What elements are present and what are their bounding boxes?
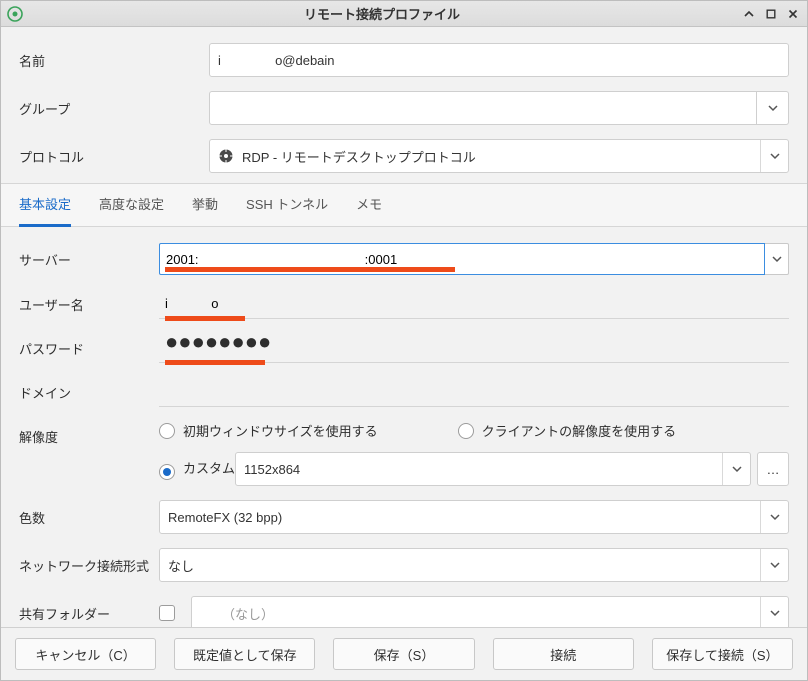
redaction-bar (165, 267, 455, 272)
chevron-down-icon (722, 453, 750, 485)
tab-body: サーバー ユーザー名 パスワード ●●●●●●●● ドメイン (1, 227, 807, 627)
resolution-radio-initial[interactable]: 初期ウィンドウサイズを使用する (159, 421, 378, 440)
resolution-more-button[interactable]: … (757, 452, 789, 486)
shared-folder-select[interactable]: （なし） (191, 596, 789, 627)
server-dropdown-button[interactable] (765, 243, 789, 275)
username-input[interactable] (159, 289, 789, 319)
resolution-group: 初期ウィンドウサイズを使用する クライアントの解像度を使用する カスタム 115… (159, 421, 789, 486)
protocol-value: RDP - リモートデスクトッププロトコル (242, 147, 476, 166)
chevron-down-icon (760, 597, 788, 627)
resolution-radio-client[interactable]: クライアントの解像度を使用する (458, 421, 676, 440)
maximize-icon[interactable] (763, 6, 779, 22)
tab-memo[interactable]: メモ (356, 183, 382, 227)
save-as-default-button[interactable]: 既定値として保存 (174, 638, 315, 670)
tab-ssh-tunnel[interactable]: SSH トンネル (246, 183, 328, 227)
chevron-down-icon (760, 140, 788, 172)
group-dropdown-button[interactable] (757, 91, 789, 125)
tab-basic[interactable]: 基本設定 (19, 183, 71, 227)
tabbar: 基本設定 高度な設定 挙動 SSH トンネル メモ (1, 183, 807, 227)
basic-form: サーバー ユーザー名 パスワード ●●●●●●●● ドメイン (19, 243, 789, 627)
username-label: ユーザー名 (19, 295, 159, 314)
network-type-label: ネットワーク接続形式 (19, 556, 159, 575)
server-label: サーバー (19, 250, 159, 269)
tab-advanced[interactable]: 高度な設定 (99, 183, 164, 227)
group-label: グループ (19, 99, 209, 118)
chevron-down-icon (760, 501, 788, 533)
password-label: パスワード (19, 339, 159, 358)
window-title: リモート接続プロファイル (29, 4, 735, 23)
titlebar: リモート接続プロファイル (1, 1, 807, 27)
network-type-select[interactable]: なし (159, 548, 789, 582)
shared-folder-label: 共有フォルダー (19, 604, 159, 623)
name-label: 名前 (19, 51, 209, 70)
save-button[interactable]: 保存（S） (333, 638, 474, 670)
connect-button[interactable]: 接続 (493, 638, 634, 670)
group-select[interactable] (209, 91, 757, 125)
collapse-icon[interactable] (741, 6, 757, 22)
header-form: 名前 グループ プロトコル RDP - リモートデスクトッププロトコル (1, 27, 807, 183)
dialog-footer: キャンセル（C） 既定値として保存 保存（S） 接続 保存して接続（S） (1, 627, 807, 680)
shared-folder-checkbox[interactable] (159, 605, 175, 621)
resolution-label: 解像度 (19, 421, 159, 446)
resolution-radio-custom[interactable]: カスタム (159, 458, 235, 480)
tab-behavior[interactable]: 挙動 (192, 183, 218, 227)
protocol-select[interactable]: RDP - リモートデスクトッププロトコル (209, 139, 789, 173)
save-and-connect-button[interactable]: 保存して接続（S） (652, 638, 793, 670)
dialog-window: リモート接続プロファイル 名前 グループ プロトコル RDP - リモートデスク… (0, 0, 808, 681)
color-depth-label: 色数 (19, 508, 159, 527)
domain-input[interactable] (159, 377, 789, 407)
redaction-bar (165, 316, 245, 321)
remmina-app-icon (7, 6, 23, 22)
redaction-bar (165, 360, 265, 365)
protocol-label: プロトコル (19, 147, 209, 166)
chevron-down-icon (760, 549, 788, 581)
cancel-button[interactable]: キャンセル（C） (15, 638, 156, 670)
resolution-custom-select[interactable]: 1152x864 (235, 452, 751, 486)
name-input[interactable] (209, 43, 789, 77)
close-icon[interactable] (785, 6, 801, 22)
rdp-protocol-icon (218, 148, 234, 164)
domain-label: ドメイン (19, 383, 159, 402)
color-depth-select[interactable]: RemoteFX (32 bpp) (159, 500, 789, 534)
password-input[interactable]: ●●●●●●●● (159, 333, 789, 363)
